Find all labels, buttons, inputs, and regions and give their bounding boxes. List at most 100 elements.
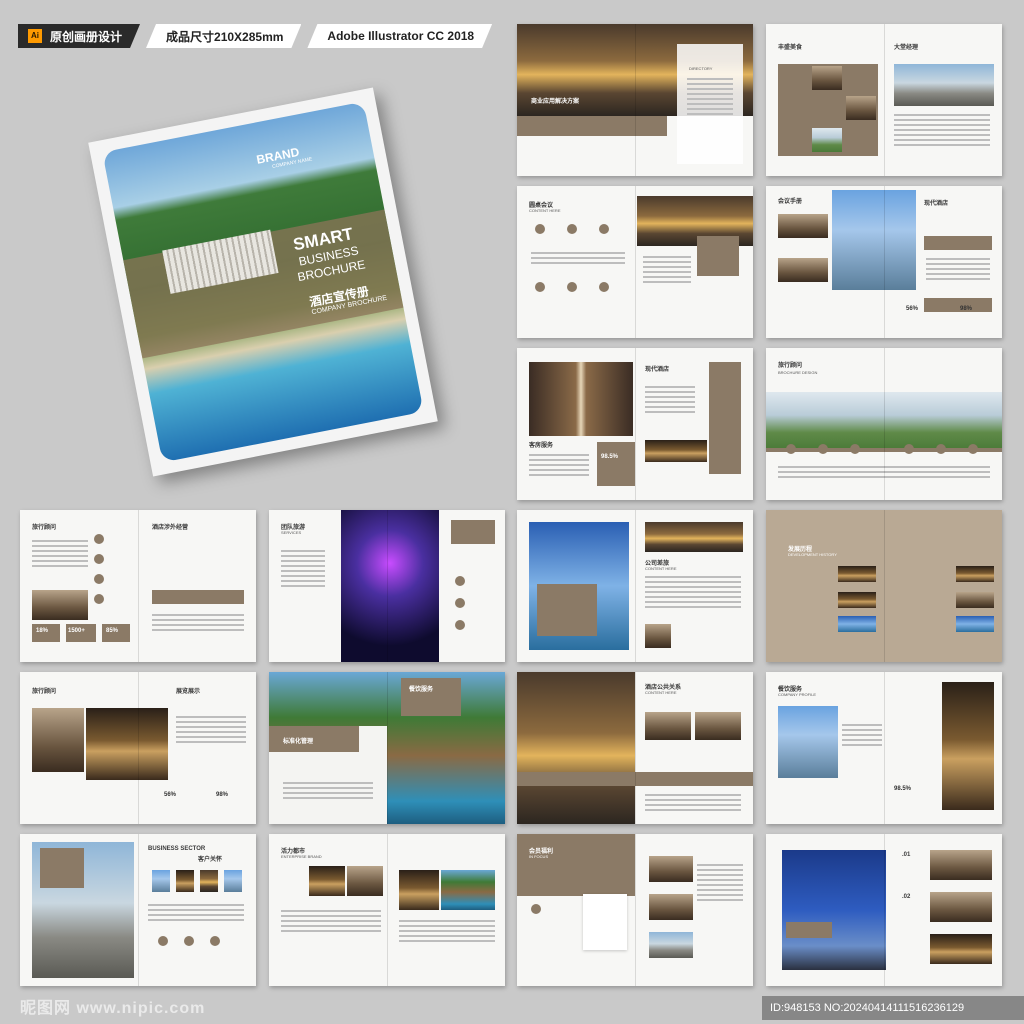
spread-02: 丰盛美食 大堂经理 [766, 24, 1002, 176]
spread-14-stat: 98.5% [894, 786, 912, 792]
spread-11-sub: 展览展示 [176, 689, 201, 695]
spread-15: BUSINESS SECTOR 客户关怀 [20, 834, 256, 986]
spread-07-node-b [94, 554, 104, 564]
spread-04: 会议手册 现代酒店 56% 98% [766, 186, 1002, 338]
spread-09-box [537, 584, 597, 636]
spread-06: 旅行顾问 BROCHURE DESIGN [766, 348, 1002, 500]
spread-11: 旅行顾问 展览展示 56% 98% [20, 672, 256, 824]
spread-13-band [517, 772, 753, 786]
spread-07-stat-a: 18% [36, 628, 49, 634]
spread-05-photo-b [645, 440, 707, 462]
spread-17: 会员福利 IN FOCUS [517, 834, 753, 986]
spread-04-band-b [924, 298, 992, 312]
spread-15-photo-c [200, 870, 218, 892]
spread-06-node-a [786, 444, 796, 454]
spread-07-photo [32, 590, 88, 620]
spread-02-lines [894, 114, 990, 146]
spread-05-lines [645, 386, 695, 413]
spread-17-sub: IN FOCUS [529, 854, 549, 859]
spread-15-lines [148, 904, 244, 921]
spread-16-lines-r [399, 920, 495, 942]
spread-16-photo-a [309, 866, 345, 896]
spread-02-photo-c [812, 128, 842, 152]
spread-01-lines [687, 78, 733, 115]
spread-16-lines [281, 910, 381, 932]
spread-18: .01 .02 [766, 834, 1002, 986]
spread-15-node-c [210, 936, 220, 946]
spread-12-sub: 餐饮服务 [409, 687, 434, 693]
spread-17-lines [697, 864, 743, 901]
spread-09: 公司差旅 CONTENT HERE [517, 510, 753, 662]
spread-07-sub: 酒店涉外经营 [152, 525, 189, 531]
spread-07-stat-b: 1500+ [68, 628, 85, 634]
spread-11-stat-b: 98% [216, 792, 229, 798]
spread-04-band-a [924, 236, 992, 250]
spread-07-node-a [94, 534, 104, 544]
spread-01: 商业应用解决方案 DIRECTORY [517, 24, 753, 176]
spread-13: 酒店公共关系 CONTENT HERE [517, 672, 753, 824]
spread-18-photo [782, 850, 886, 970]
spread-05-sub: 客房服务 [529, 443, 554, 449]
spread-13-sub: CONTENT HERE [645, 690, 677, 695]
spread-16-sub: ENTERPRISE BRAND [281, 854, 322, 859]
spread-03-icon-d [535, 282, 545, 292]
spread-10-photo-a [838, 566, 876, 582]
spread-07-node-d [94, 594, 104, 604]
spread-04-photo-a [778, 214, 828, 238]
spread-16-photo-d [441, 870, 495, 910]
spread-10-sub: DEVELOPMENT HISTORY [788, 552, 837, 557]
spread-08-node-c [455, 620, 465, 630]
spread-18-num-a: .01 [902, 852, 911, 858]
spread-08-photo [341, 510, 439, 662]
spread-07-node-c [94, 574, 104, 584]
spread-15-title: BUSINESS SECTOR [148, 846, 206, 852]
spread-13-lines [645, 794, 741, 811]
spread-04-photo-tower [832, 190, 916, 290]
spread-05-stat-column [709, 362, 741, 474]
spread-12-title: 标准化管理 [283, 739, 314, 745]
spread-02-sub: 大堂经理 [894, 45, 919, 51]
spread-07-band [152, 590, 244, 604]
spread-02-title: 丰盛美食 [778, 45, 803, 51]
spread-10-photo-d [956, 566, 994, 582]
spread-05: 现代酒店 客房服务 98.5% [517, 348, 753, 500]
spread-04-lines [926, 258, 990, 280]
spread-11-lines [176, 716, 246, 743]
spread-17-band [517, 834, 635, 896]
spread-14: 餐饮服务 COMPANY PROFILE 98.5% [766, 672, 1002, 824]
spread-06-node-f [968, 444, 978, 454]
spread-08-sub: SERVICES [281, 530, 302, 535]
spread-06-lines [778, 466, 990, 478]
spread-03-icon-f [599, 282, 609, 292]
spread-15-photo-b [176, 870, 194, 892]
spread-02-photo-b [846, 96, 876, 120]
spread-05-photo [529, 362, 633, 436]
spread-06-timeline [766, 448, 1002, 452]
spread-14-photo-b [942, 682, 994, 810]
spread-07-title: 旅行顾问 [32, 525, 57, 531]
spread-06-node-d [904, 444, 914, 454]
spread-11-photo-a [32, 708, 84, 772]
spread-06-node-e [936, 444, 946, 454]
spread-18-box [786, 922, 832, 938]
spread-08: 团队旅游 SERVICES [269, 510, 505, 662]
spread-14-sub: COMPANY PROFILE [778, 692, 817, 697]
spread-18-photo-c [930, 934, 992, 964]
spread-09-photo-b [645, 522, 743, 552]
spread-15-photo-a [152, 870, 170, 892]
spread-03-icon-b [567, 224, 577, 234]
spread-17-node [531, 904, 541, 914]
spread-03-icon-a [535, 224, 545, 234]
spread-15-photo-d [224, 870, 242, 892]
spread-04-photo-b [778, 258, 828, 282]
spread-08-node-a [455, 576, 465, 586]
spread-09-lines [645, 576, 741, 608]
spread-11-stat-a: 56% [164, 792, 177, 798]
spread-08-box [451, 520, 495, 544]
spread-16-photo-b [347, 866, 383, 896]
spread-05-title: 现代酒店 [645, 367, 670, 373]
spread-06-photo [766, 392, 1002, 450]
spread-01-title: 商业应用解决方案 [531, 99, 580, 105]
spread-18-photo-a [930, 850, 992, 880]
spread-02-photo-d [894, 64, 994, 106]
